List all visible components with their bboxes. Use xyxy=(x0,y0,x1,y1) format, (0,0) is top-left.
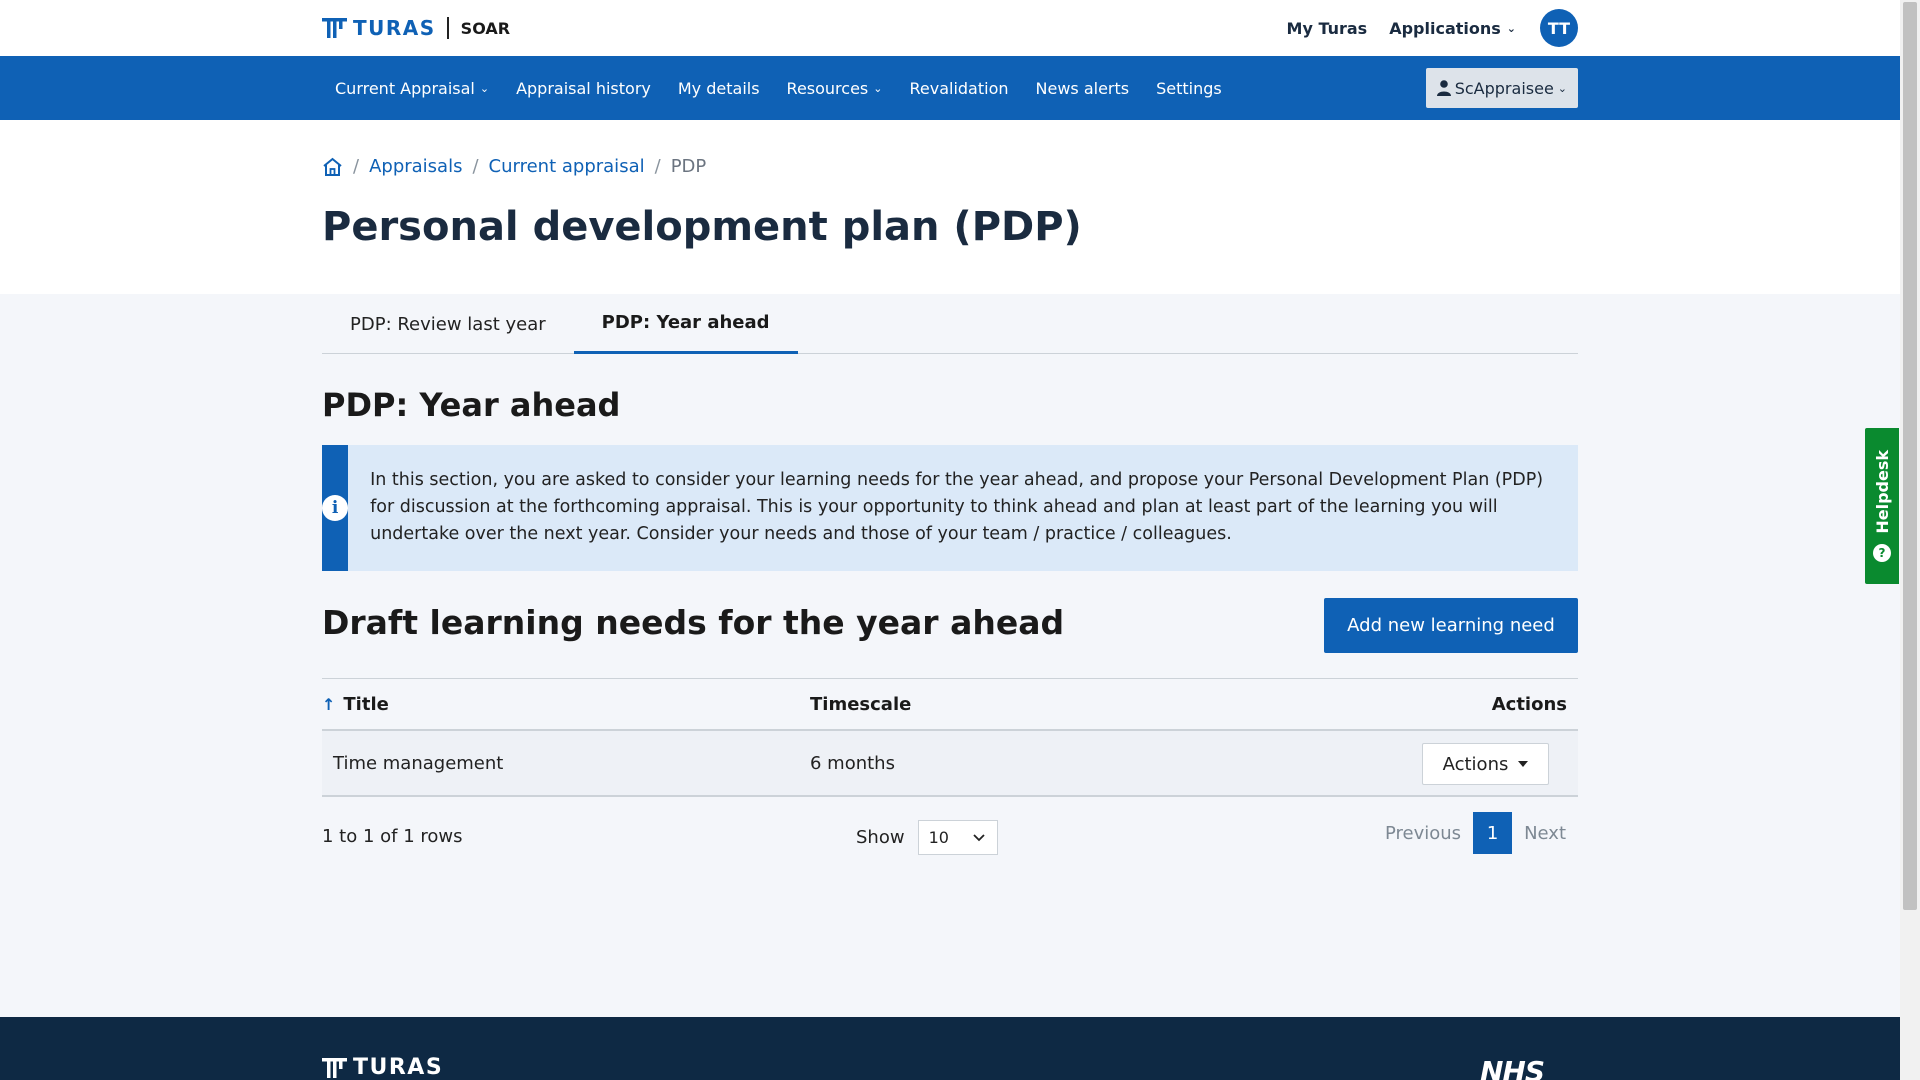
column-header-title[interactable]: ↑ Title xyxy=(322,679,389,729)
tab-year-ahead[interactable]: PDP: Year ahead xyxy=(573,294,798,354)
chevron-down-icon: ⌄ xyxy=(479,81,490,95)
info-callout: i In this section, you are asked to cons… xyxy=(322,445,1578,571)
home-icon[interactable] xyxy=(322,157,343,177)
helpdesk-label: Helpdesk xyxy=(1872,450,1892,534)
chevron-down-icon xyxy=(972,833,985,841)
turas-logo[interactable]: TURAS SOAR xyxy=(322,15,510,41)
breadcrumb-separator: / xyxy=(654,156,661,177)
chevron-down-icon: ⌄ xyxy=(1506,21,1516,35)
page-title: Personal development plan (PDP) xyxy=(322,204,1082,250)
top-bar: TURAS SOAR My Turas Applications ⌄ TT xyxy=(0,0,1900,56)
nav-item-label: Revalidation xyxy=(909,78,1009,98)
page-size-value: 10 xyxy=(928,828,949,847)
nav-item-appraisal-history[interactable]: Appraisal history xyxy=(516,79,651,98)
breadcrumb: / Appraisals / Current appraisal / PDP xyxy=(322,156,706,177)
add-learning-need-button[interactable]: Add new learning need xyxy=(1324,598,1578,653)
scrollbar-thumb[interactable] xyxy=(1903,2,1917,910)
info-callout-bar: i xyxy=(322,445,349,571)
footer: TURAS NHS xyxy=(0,1017,1900,1080)
pdp-tabs: PDP: Review last year PDP: Year ahead xyxy=(322,294,1578,354)
nav-item-label: Settings xyxy=(1156,78,1222,98)
page-header: / Appraisals / Current appraisal / PDP P… xyxy=(0,120,1900,294)
table-header: ↑ Title Timescale Actions xyxy=(322,679,1578,731)
row-title: Time management xyxy=(333,752,504,774)
row-actions-label: Actions xyxy=(1442,753,1509,775)
row-timescale: 6 months xyxy=(810,752,895,774)
applications-label: Applications xyxy=(1389,18,1501,38)
nav-item-label: Resources xyxy=(786,78,869,98)
nav-item-resources[interactable]: Resources ⌄ xyxy=(787,79,883,98)
helpdesk-button[interactable]: Helpdesk ? xyxy=(1865,428,1899,584)
main-nav: Current Appraisal ⌄ Appraisal history My… xyxy=(0,56,1900,120)
nav-item-revalidation[interactable]: Revalidation xyxy=(909,79,1008,98)
chevron-down-icon: ⌄ xyxy=(1557,81,1567,95)
column-header-actions: Actions xyxy=(1491,693,1567,715)
column-header-timescale[interactable]: Timescale xyxy=(810,679,911,729)
pagination-next[interactable]: Next xyxy=(1512,823,1578,844)
tab-review-last-year[interactable]: PDP: Review last year xyxy=(322,294,574,354)
breadcrumb-current: PDP xyxy=(670,156,707,177)
nav-item-news-alerts[interactable]: News alerts xyxy=(1036,79,1130,98)
question-icon: ? xyxy=(1873,543,1891,562)
turas-logo-icon xyxy=(322,1057,347,1078)
sort-ascending-icon: ↑ xyxy=(322,694,336,714)
learning-needs-title: Draft learning needs for the year ahead xyxy=(322,603,1065,642)
my-turas-link[interactable]: My Turas xyxy=(1287,19,1368,38)
app-name: SOAR xyxy=(460,18,511,38)
chevron-down-icon: ⌄ xyxy=(873,81,883,95)
page-size-select[interactable]: 10 xyxy=(917,820,998,855)
section-title: PDP: Year ahead xyxy=(322,386,621,424)
nav-item-current-appraisal[interactable]: Current Appraisal ⌄ xyxy=(335,79,489,98)
brand-divider xyxy=(446,17,449,39)
breadcrumb-appraisals[interactable]: Appraisals xyxy=(369,156,462,177)
nav-item-label: Current Appraisal xyxy=(335,78,475,98)
nav-item-label: My details xyxy=(677,78,760,98)
breadcrumb-separator: / xyxy=(472,156,479,177)
pagination-page-1[interactable]: 1 xyxy=(1473,812,1513,854)
user-menu-button[interactable]: ScAppraisee ⌄ xyxy=(1425,68,1578,108)
nav-item-label: News alerts xyxy=(1035,78,1130,98)
caret-down-icon xyxy=(1518,761,1529,767)
column-title-label: Title xyxy=(343,693,389,715)
breadcrumb-separator: / xyxy=(353,156,360,177)
info-text: In this section, you are asked to consid… xyxy=(370,470,1544,544)
avatar[interactable]: TT xyxy=(1540,9,1578,47)
footer-brand: TURAS xyxy=(353,1055,444,1080)
nav-item-my-details[interactable]: My details xyxy=(678,79,760,98)
row-count: 1 to 1 of 1 rows xyxy=(322,826,463,847)
info-icon: i xyxy=(322,495,349,521)
turas-logo-icon xyxy=(322,18,347,38)
footer-logo[interactable]: TURAS xyxy=(322,1055,443,1080)
table-row: Time management 6 months Actions xyxy=(322,731,1578,797)
row-actions-button[interactable]: Actions xyxy=(1422,743,1549,785)
nhs-logo: NHS xyxy=(1479,1055,1545,1080)
page: TURAS SOAR My Turas Applications ⌄ TT Cu… xyxy=(0,0,1900,1080)
page-size-control: Show 10 xyxy=(856,820,998,855)
learning-needs-table: ↑ Title Timescale Actions Time managemen… xyxy=(322,678,1578,797)
pagination-previous[interactable]: Previous xyxy=(1373,823,1473,844)
brand-name: TURAS xyxy=(353,16,436,40)
user-name: ScAppraisee xyxy=(1454,78,1554,98)
applications-menu[interactable]: Applications ⌄ xyxy=(1389,19,1516,38)
nav-item-label: Appraisal history xyxy=(516,78,651,98)
nav-item-settings[interactable]: Settings xyxy=(1156,79,1222,98)
breadcrumb-current-appraisal[interactable]: Current appraisal xyxy=(489,156,645,177)
show-label: Show xyxy=(856,827,905,848)
user-icon xyxy=(1436,80,1451,96)
top-links: My Turas Applications ⌄ TT xyxy=(1265,9,1578,47)
vertical-scrollbar[interactable] xyxy=(1900,0,1920,1080)
pagination: Previous 1 Next xyxy=(1373,812,1578,854)
